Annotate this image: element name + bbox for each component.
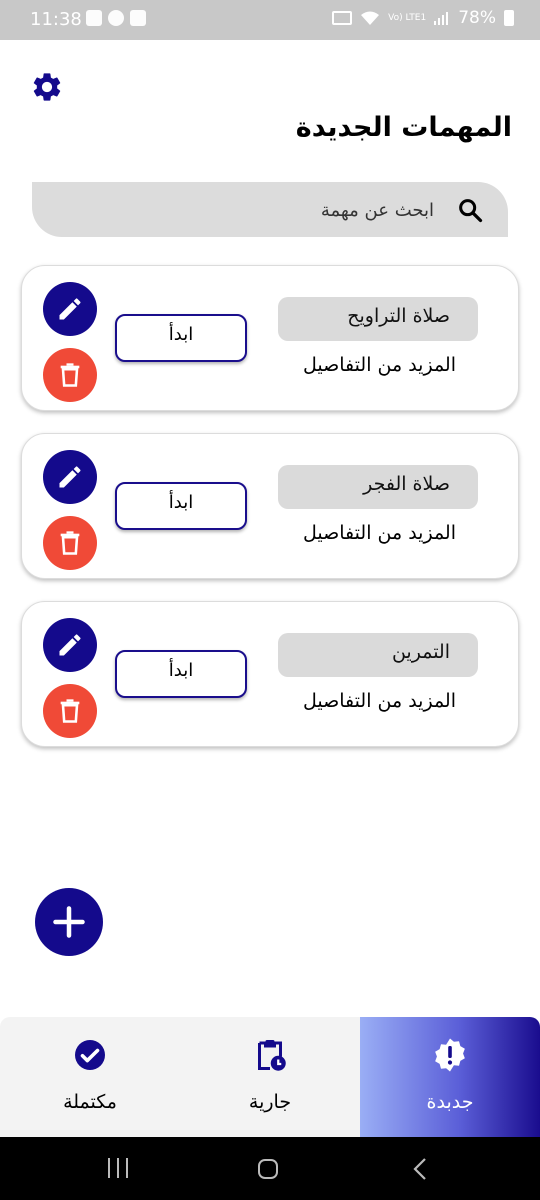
gallery-icon [86,10,102,26]
back-icon[interactable] [410,1157,430,1181]
delete-button[interactable] [43,516,97,570]
nav-label: مكتملة [63,1091,117,1113]
task-name[interactable]: التمرين [278,633,478,677]
edit-button[interactable] [43,618,97,672]
pencil-icon [59,298,81,320]
settings-button[interactable] [30,70,64,104]
system-indicators: Vo) LTE1 78% [332,8,514,28]
clipboard-clock-icon [258,1040,286,1071]
nav-label: جارية [248,1091,292,1113]
plus-icon [53,906,85,938]
trash-icon [60,699,80,723]
battery-icon [504,10,514,26]
search-bar[interactable] [32,182,508,237]
nav-item-completed[interactable]: مكتملة [0,1017,180,1137]
trash-icon [60,363,80,387]
task-card[interactable]: صلاة الفجر المزيد من التفاصيل ابدأ [21,433,519,579]
edit-button[interactable] [43,282,97,336]
status-bar: 11:38 Vo) LTE1 78% [0,0,540,40]
edit-button[interactable] [43,450,97,504]
nav-item-new[interactable]: جدبدة [360,1017,540,1137]
task-name[interactable]: صلاة التراويح [278,297,478,341]
delete-button[interactable] [43,684,97,738]
lock-icon [130,10,146,26]
task-details-link[interactable]: المزيد من التفاصيل [303,354,456,376]
system-nav-bar [0,1137,540,1200]
signal-icon [434,12,449,25]
trash-icon [60,531,80,555]
pencil-icon [59,634,81,656]
nav-item-in-progress[interactable]: جارية [180,1017,360,1137]
task-card[interactable]: التمرين المزيد من التفاصيل ابدأ [21,601,519,747]
sleep-mode-icon [332,11,353,25]
search-input[interactable] [74,194,434,226]
gear-icon [33,73,61,101]
task-details-link[interactable]: المزيد من التفاصيل [303,690,456,712]
recent-apps-icon[interactable] [106,1157,130,1179]
network-label: Vo) LTE1 [388,12,427,23]
status-time: 11:38 [30,9,82,30]
check-circle-icon [75,1040,105,1070]
task-card[interactable]: صلاة التراويح المزيد من التفاصيل ابدأ [21,265,519,411]
battery-percent: 78% [458,8,496,28]
home-icon[interactable] [256,1157,280,1181]
page-title: المهمات الجديدة [295,112,512,143]
start-button[interactable]: ابدأ [115,650,247,698]
nav-label: جدبدة [426,1091,474,1113]
start-button[interactable]: ابدأ [115,482,247,530]
pencil-icon [59,466,81,488]
search-icon[interactable] [456,196,484,224]
task-details-link[interactable]: المزيد من التفاصيل [303,522,456,544]
notification-icons [86,10,146,26]
messenger-icon [108,10,124,26]
alert-badge-icon [435,1038,465,1072]
add-task-button[interactable] [35,888,103,956]
delete-button[interactable] [43,348,97,402]
bottom-nav: مكتملة جارية جدبدة [0,1017,540,1137]
start-button[interactable]: ابدأ [115,314,247,362]
task-name[interactable]: صلاة الفجر [278,465,478,509]
wifi-icon [361,11,380,25]
